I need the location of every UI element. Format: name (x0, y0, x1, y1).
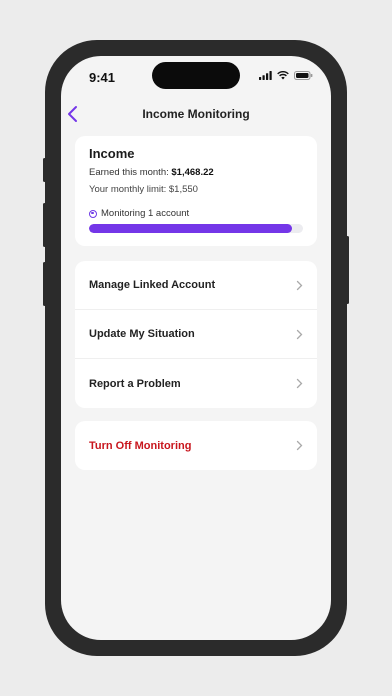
chevron-right-icon (296, 378, 303, 389)
earned-row: Earned this month: $1,468.22 (89, 167, 303, 178)
monitoring-text: Monitoring 1 account (101, 208, 190, 219)
income-progress-bar (89, 224, 303, 233)
income-progress-fill (89, 224, 292, 233)
chevron-right-icon (296, 440, 303, 451)
cellular-signal-icon (259, 71, 272, 80)
turn-off-monitoring-card: Turn Off Monitoring (75, 421, 317, 470)
menu-item-label: Update My Situation (89, 328, 195, 340)
page-title: Income Monitoring (142, 107, 250, 121)
monitoring-status: Monitoring 1 account (89, 208, 303, 219)
back-chevron-icon[interactable] (65, 105, 81, 123)
income-card: Income Earned this month: $1,468.22 Your… (75, 136, 317, 246)
turn-off-monitoring-label: Turn Off Monitoring (89, 439, 192, 452)
power-button (346, 236, 349, 304)
menu-item-label: Report a Problem (89, 377, 181, 390)
monitoring-dot-icon (89, 209, 97, 218)
report-a-problem-item[interactable]: Report a Problem (75, 359, 317, 408)
menu-item-label: Manage Linked Account (89, 279, 216, 291)
income-title: Income (89, 146, 135, 161)
menu-card: Manage Linked Account Update My Situatio… (75, 261, 317, 408)
nav-bar: Income Monitoring (61, 102, 331, 126)
status-icons (259, 71, 313, 80)
earned-label: Earned this month: (89, 167, 169, 178)
chevron-right-icon (296, 280, 303, 290)
volume-up-button (43, 203, 46, 247)
monthly-limit: Your monthly limit: $1,550 (89, 184, 198, 195)
turn-off-monitoring-button[interactable]: Turn Off Monitoring (75, 421, 317, 470)
manage-linked-account-item[interactable]: Manage Linked Account (75, 261, 317, 310)
update-my-situation-item[interactable]: Update My Situation (75, 310, 317, 359)
chevron-right-icon (296, 329, 303, 339)
screen: 9:41 Income Monitoring Income Earned thi… (61, 56, 331, 640)
silent-switch (43, 158, 46, 182)
volume-down-button (43, 262, 46, 306)
earned-value: $1,468.22 (171, 167, 214, 178)
status-time: 9:41 (89, 70, 116, 85)
wifi-icon (277, 71, 289, 80)
battery-icon (294, 71, 313, 80)
dynamic-island (152, 62, 240, 89)
